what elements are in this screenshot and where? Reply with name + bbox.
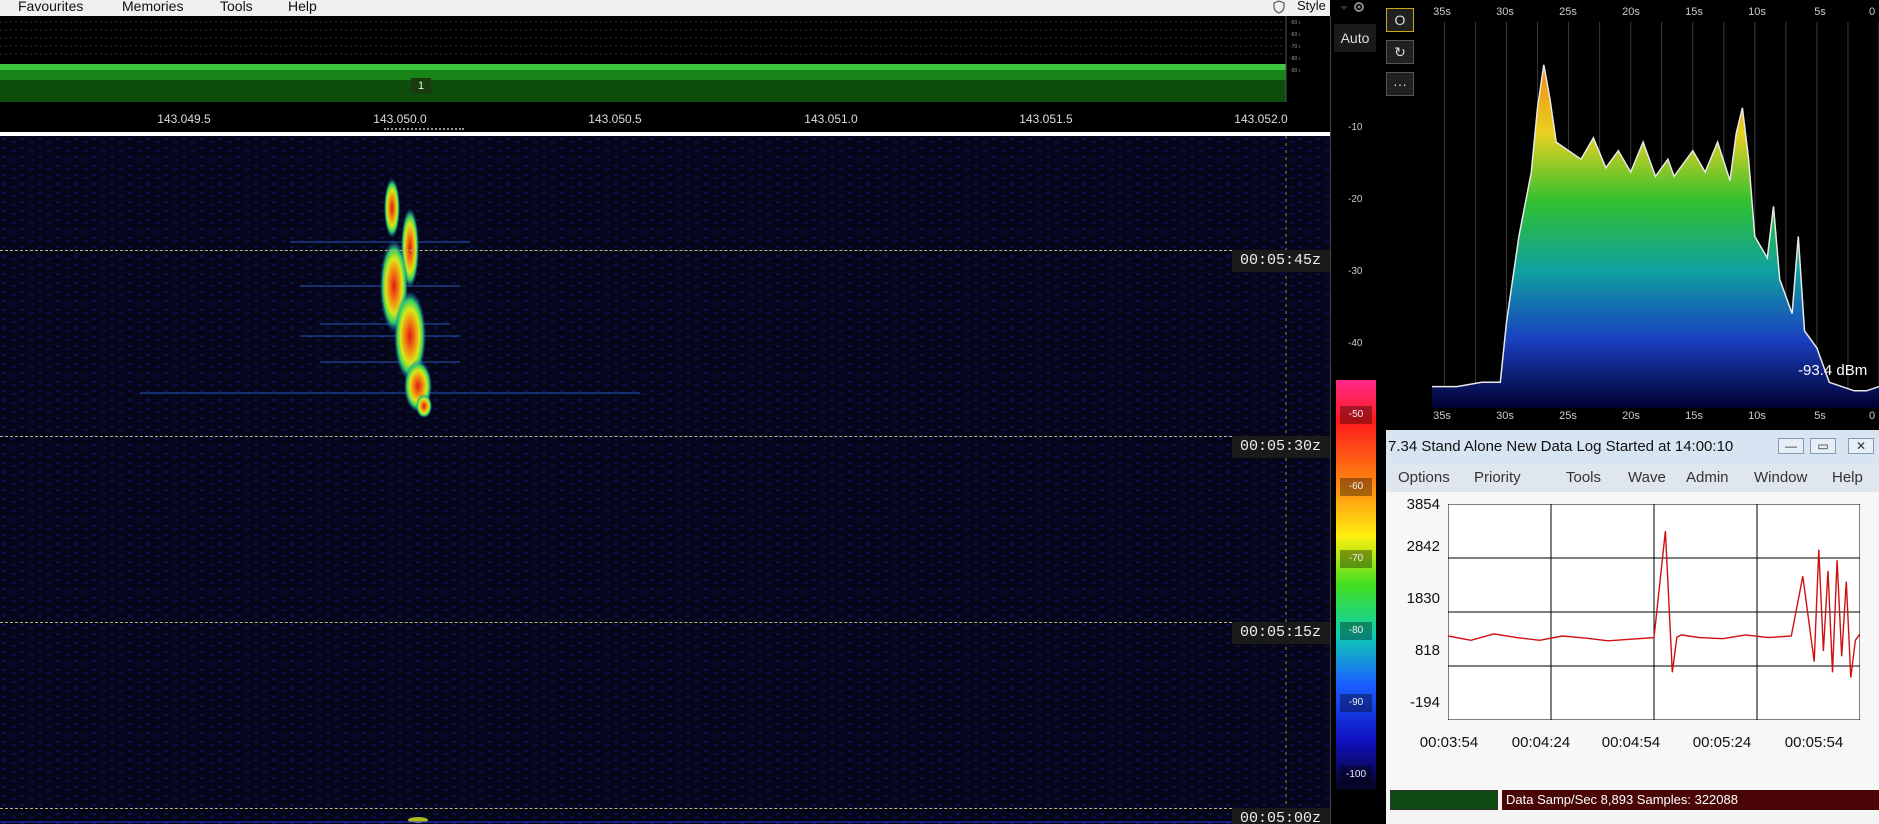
logger-menu-options[interactable]: Options [1398, 469, 1450, 486]
svg-text:-80 dBm: -80 dBm [1290, 56, 1300, 62]
logger-y-tick: 818 [1414, 642, 1440, 659]
scale-bar-tick: -100 [1340, 766, 1372, 784]
freq-tick: 143.049.5 [157, 112, 211, 126]
status-indicator [1390, 790, 1498, 810]
history-axis-tick: 25s [1559, 6, 1577, 18]
logger-x-tick: 00:04:54 [1601, 734, 1661, 751]
logger-x-tick: 00:05:24 [1692, 734, 1752, 751]
scale-bar-tick: -80 [1340, 622, 1372, 640]
logger-y-tick: 3854 [1406, 496, 1440, 513]
menu-help[interactable]: Help [288, 0, 317, 14]
refresh-button[interactable]: ↻ [1386, 40, 1414, 64]
logger-menu-wave[interactable]: Wave [1628, 469, 1666, 486]
history-axis-tick: 25s [1559, 410, 1577, 422]
time-label: 00:05:00z [1232, 808, 1330, 824]
logger-menu-bar: Options Priority Tools Wave Admin Window… [1386, 464, 1879, 492]
close-button[interactable]: ✕ [1848, 438, 1874, 454]
logger-y-tick: 1830 [1406, 590, 1440, 607]
time-gridline [0, 622, 1232, 623]
time-label: 00:05:15z [1232, 622, 1330, 644]
history-area [1432, 64, 1879, 408]
spectrum-display[interactable]: -50 dBm -60 dBm -70 dBm -80 dBm -90 dBm … [0, 16, 1300, 102]
history-axis-tick: 5s [1814, 6, 1826, 18]
logger-titlebar[interactable]: 7.34 Stand Alone New Data Log Started at… [1386, 430, 1879, 464]
history-axis-tick: 15s [1685, 6, 1703, 18]
time-gridline [0, 250, 1232, 251]
sdr-window: Favourites Memories Tools Help Style -50… [0, 0, 1879, 824]
freq-tick: 143.050.5 [588, 112, 642, 126]
history-axis-tick: 10s [1748, 6, 1766, 18]
chevron-down-icon[interactable] [1339, 0, 1353, 14]
logger-menu-help[interactable]: Help [1832, 469, 1863, 486]
logger-x-tick: 00:05:54 [1784, 734, 1844, 751]
menu-tools[interactable]: Tools [220, 0, 253, 14]
history-toolbar: O ↻ ··· [1384, 4, 1416, 96]
history-axis-tick: 30s [1496, 410, 1514, 422]
scale-tick: -40 [1348, 338, 1363, 349]
history-axis-tick: 5s [1814, 410, 1826, 422]
svg-text:-60 dBm: -60 dBm [1290, 32, 1300, 38]
time-gridline [0, 808, 1232, 809]
freq-tick: 143.051.5 [1019, 112, 1073, 126]
time-label: 00:05:30z [1232, 436, 1330, 458]
waterfall-display[interactable]: 00:05:45z 00:05:30z 00:05:15z 00:05:00z [0, 136, 1330, 824]
scale-bar-tick: -70 [1340, 550, 1372, 568]
svg-text:-70 dBm: -70 dBm [1290, 44, 1300, 50]
scale-bar-tick: -90 [1340, 694, 1372, 712]
more-button[interactable]: ··· [1386, 72, 1414, 96]
scale-tick: -10 [1348, 122, 1363, 133]
logger-menu-admin[interactable]: Admin [1686, 469, 1729, 486]
menu-favourites[interactable]: Favourites [18, 0, 83, 14]
scale-tick: -30 [1348, 266, 1363, 277]
freq-tick: 143.051.0 [804, 112, 858, 126]
menu-bar: Favourites Memories Tools Help Style [0, 0, 1364, 16]
data-logger-window: 7.34 Stand Alone New Data Log Started at… [1386, 430, 1879, 824]
scale-tick: -20 [1348, 194, 1363, 205]
dbm-readout: -93.4 dBm [1798, 362, 1868, 379]
logger-x-tick: 00:03:54 [1419, 734, 1479, 751]
logger-y-tick: -194 [1409, 694, 1440, 711]
freq-tick: 143.052.0 [1234, 112, 1288, 126]
auto-button[interactable]: Auto [1334, 24, 1376, 52]
menu-memories[interactable]: Memories [122, 0, 183, 14]
minimize-button[interactable]: — [1778, 438, 1804, 454]
history-axis-tick: 0 [1868, 6, 1876, 18]
history-axis-tick: 10s [1748, 410, 1766, 422]
colour-gradient-bar[interactable]: -50 -60 -70 -80 -90 -100 [1336, 380, 1376, 790]
history-top-axis: 35s 30s 25s 20s 15s 10s 5s 0 [1432, 6, 1879, 22]
history-bottom-axis: 35s 30s 25s 20s 15s 10s 5s 0 [1432, 410, 1879, 426]
logger-menu-window[interactable]: Window [1754, 469, 1807, 486]
svg-text:-90 dBm: -90 dBm [1290, 68, 1300, 74]
history-axis-tick: 35s [1433, 410, 1451, 422]
svg-text:-50 dBm: -50 dBm [1290, 20, 1300, 26]
logger-menu-tools[interactable]: Tools [1566, 469, 1601, 486]
vfo-marker[interactable]: 1 [411, 78, 431, 94]
scale-bar-tick: -50 [1340, 406, 1372, 424]
freq-tick: 143.050.0 [373, 112, 427, 126]
scale-bar-tick: -60 [1340, 478, 1372, 496]
logger-x-tick: 00:04:24 [1511, 734, 1571, 751]
logger-plot-area: 3854 2842 1830 818 -194 00:03:54 00:04:2… [1386, 492, 1879, 792]
status-text: Data Samp/Sec 8,893 Samples: 322088 [1502, 790, 1879, 810]
logger-menu-priority[interactable]: Priority [1474, 469, 1521, 486]
logger-y-tick: 2842 [1406, 538, 1440, 555]
history-axis-tick: 20s [1622, 410, 1640, 422]
history-axis-tick: 20s [1622, 6, 1640, 18]
time-gridline [0, 436, 1232, 437]
history-axis-tick: 35s [1433, 6, 1451, 18]
shield-icon[interactable] [1272, 0, 1286, 14]
history-axis-tick: 15s [1685, 410, 1703, 422]
gear-icon[interactable] [1352, 0, 1366, 14]
frequency-axis: 143.049.5 143.050.0 143.050.5 143.051.0 … [0, 102, 1330, 132]
signal-history-chart[interactable] [1432, 22, 1879, 408]
maximize-button[interactable]: ▭ [1810, 438, 1836, 454]
style-menu[interactable]: Style [1297, 0, 1326, 13]
logger-chart[interactable] [1448, 504, 1860, 720]
history-axis-tick: 30s [1496, 6, 1514, 18]
history-axis-tick: 0 [1868, 410, 1876, 422]
record-button[interactable]: O [1386, 8, 1414, 32]
time-label: 00:05:45z [1232, 250, 1330, 272]
